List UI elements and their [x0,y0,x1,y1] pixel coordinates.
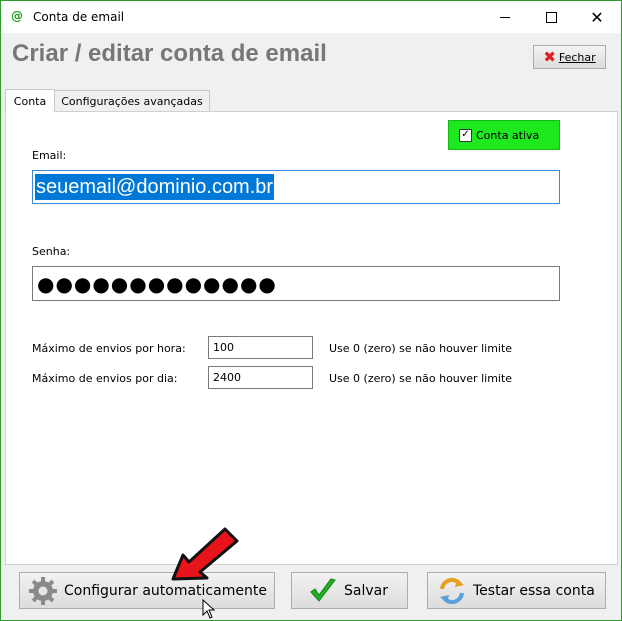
gear-icon [29,576,57,605]
refresh-icon [440,577,464,604]
email-value: seuemail@dominio.com.br [35,174,275,200]
mouse-cursor-icon [202,599,216,619]
password-value: ●●●●●●●●●●●●● [37,272,277,296]
account-active-label: Conta ativa [476,128,540,142]
maximize-button[interactable] [528,1,574,33]
test-account-label: Testar essa conta [473,582,595,599]
checkbox-checked-icon: ✓ [459,128,472,142]
app-at-icon: @ [11,9,23,23]
email-label: Email: [32,149,67,162]
save-label: Salvar [344,582,388,599]
test-account-button[interactable]: Testar essa conta [427,572,606,609]
account-active-checkbox[interactable]: ✓ Conta ativa [448,120,560,150]
title-bar: @ Conta de email ✕ [1,1,621,33]
auto-config-label: Configurar automaticamente [64,582,267,599]
page-title: Criar / editar conta de email [12,40,327,67]
window-close-icon: ✕ [590,7,604,27]
max-dia-label: Máximo de envios por dia: [32,372,178,385]
tab-conta[interactable]: Conta [5,89,55,113]
max-hora-hint: Use 0 (zero) se não houver limite [329,342,513,355]
close-button-label: Fechar [558,50,596,64]
minimize-button[interactable] [482,1,528,33]
window-title: Conta de email [33,10,125,24]
password-field[interactable]: ●●●●●●●●●●●●● [32,266,560,301]
minimize-icon [500,16,510,18]
max-hora-label: Máximo de envios por hora: [32,342,186,355]
maximize-icon [545,11,557,23]
dialog-window: @ Conta de email ✕ Criar / editar conta … [0,0,622,621]
checkmark-icon [310,577,336,602]
close-icon: ✖ [543,47,556,66]
email-field[interactable]: seuemail@dominio.com.br [32,170,560,204]
save-button[interactable]: Salvar [291,572,408,609]
close-button[interactable]: ✖ Fechar [533,45,606,69]
window-close-button[interactable]: ✕ [574,1,620,33]
red-arrow-icon [171,527,239,581]
senha-label: Senha: [32,245,71,258]
max-dia-input[interactable]: 2400 [208,366,313,389]
max-dia-hint: Use 0 (zero) se não houver limite [329,372,513,385]
max-hora-input[interactable]: 100 [208,336,313,359]
tab-configuracoes-avancadas[interactable]: Configurações avançadas [54,90,210,111]
